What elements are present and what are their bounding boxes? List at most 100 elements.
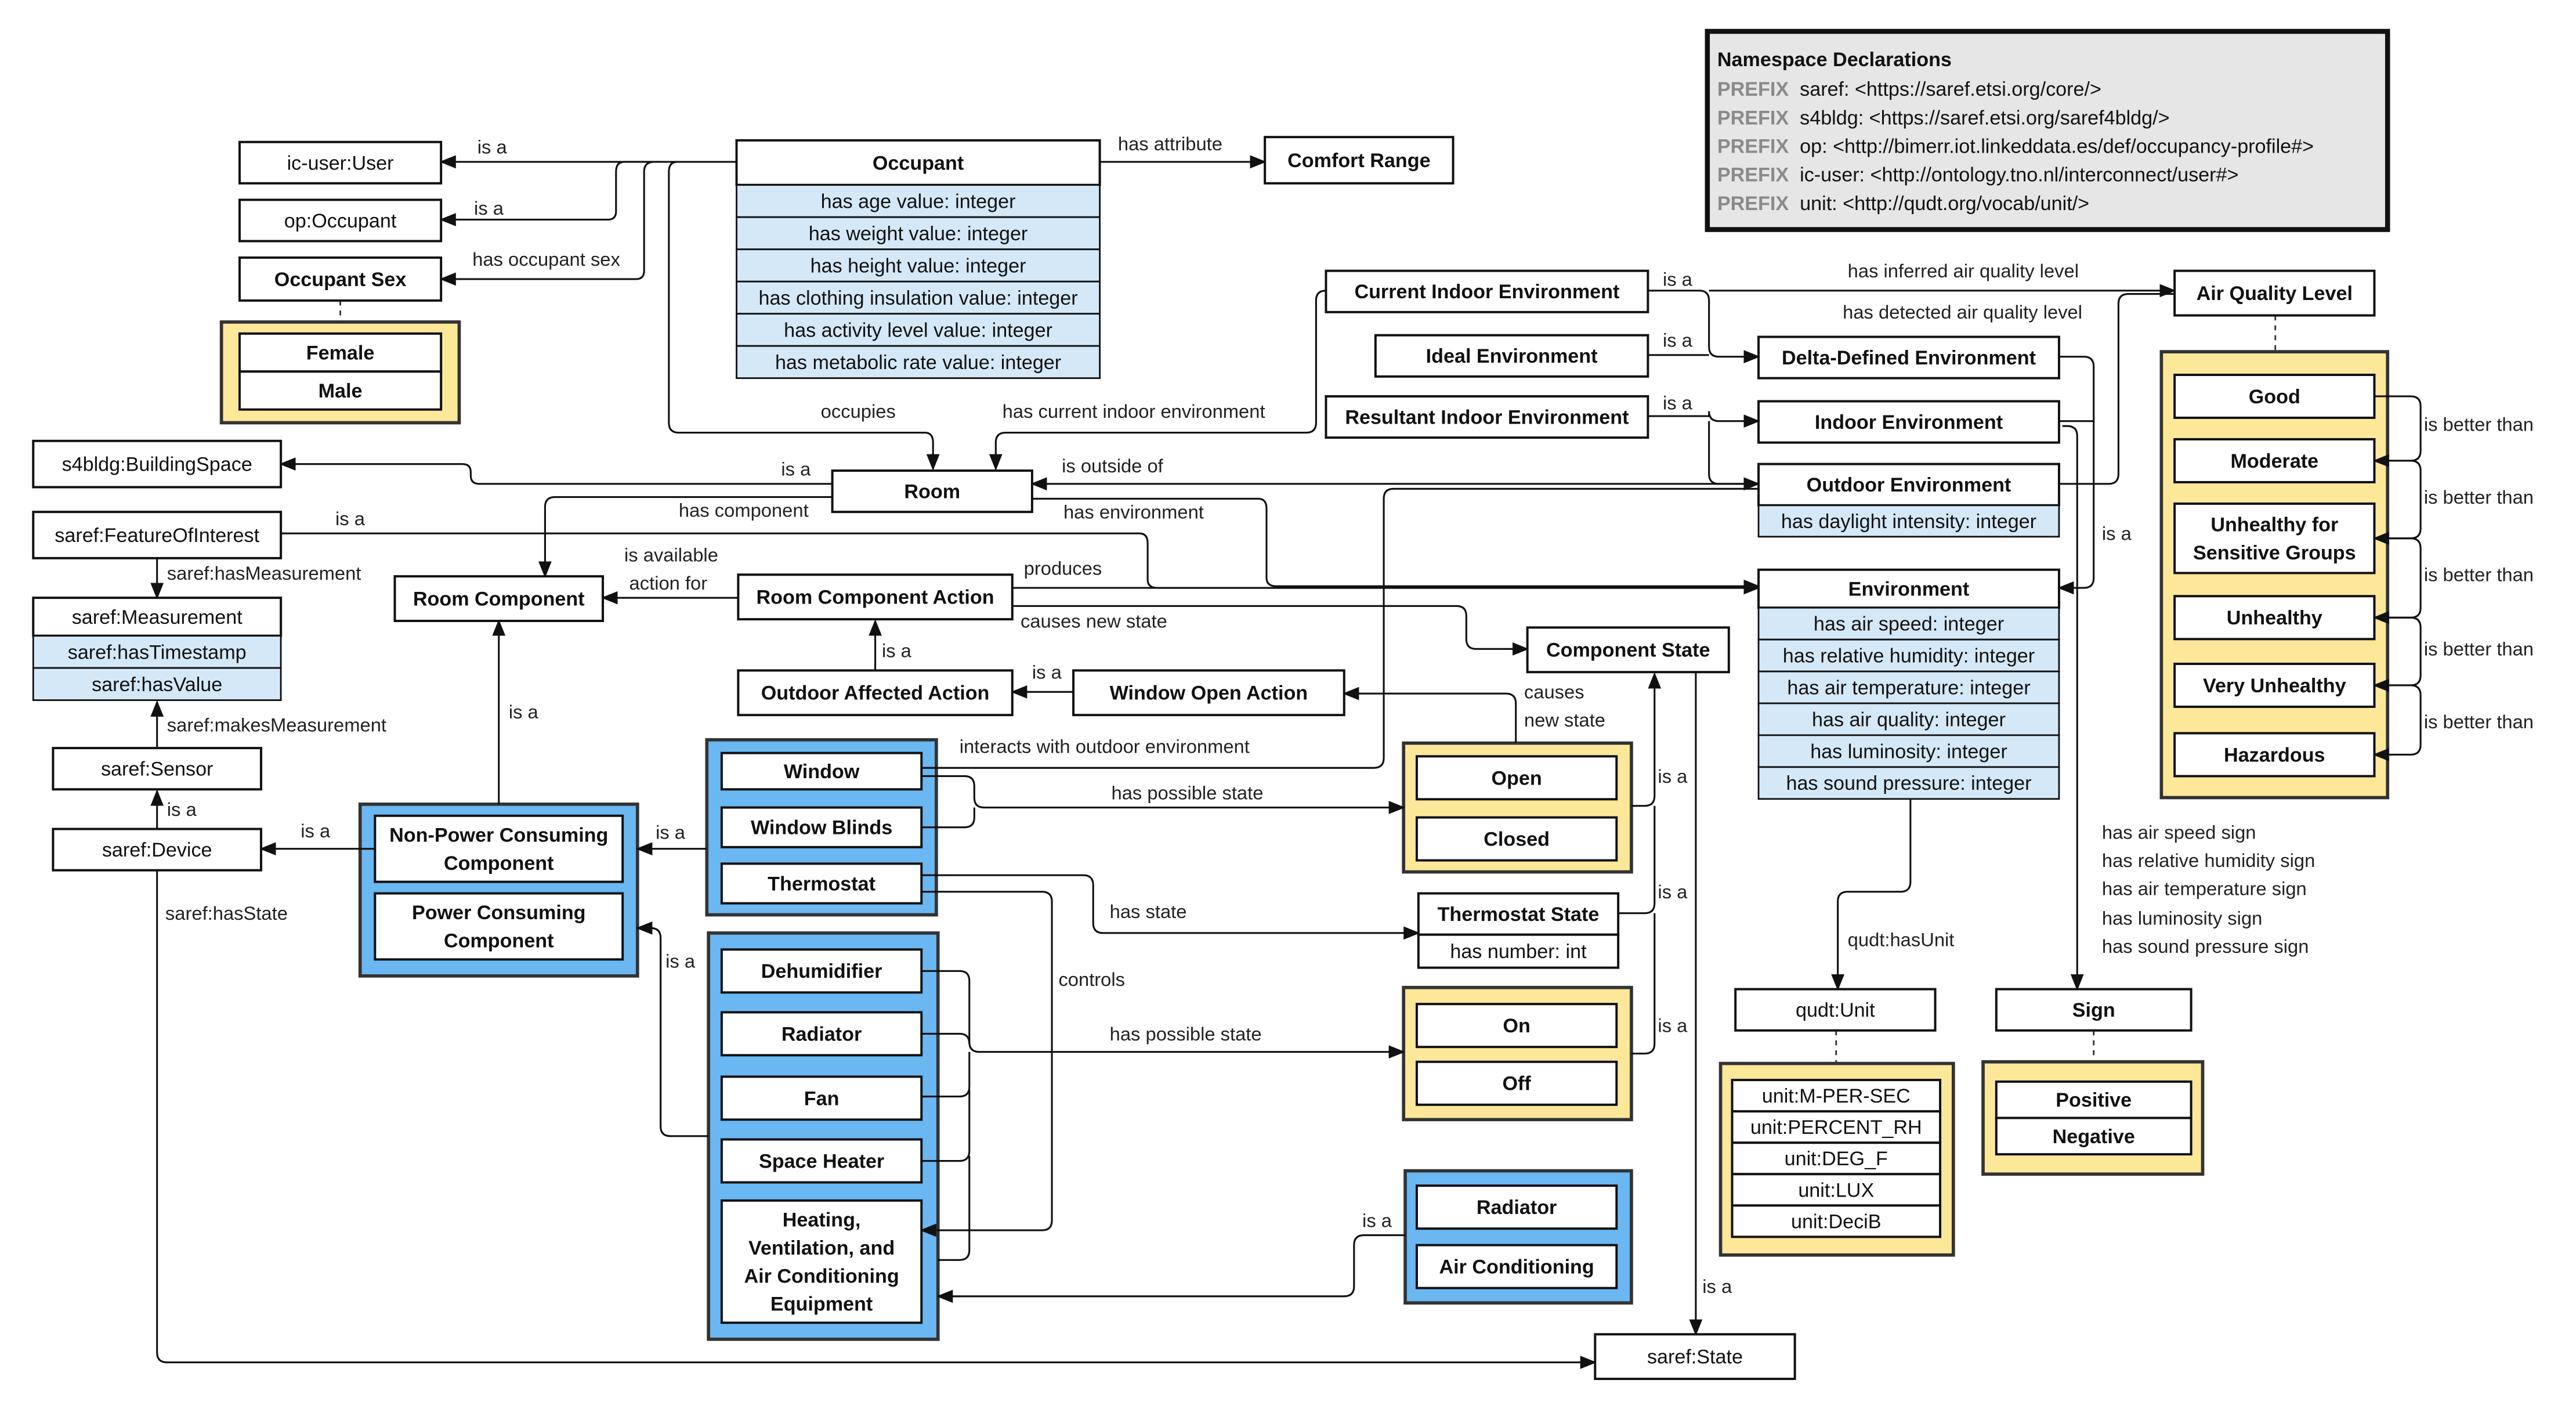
node-positive[interactable]: Positive (1995, 1080, 2193, 1119)
node-radiator[interactable]: Radiator (720, 1011, 923, 1057)
node-window[interactable]: Window (720, 751, 923, 791)
edge-label: causes new state (1021, 610, 1167, 631)
node-space-heater[interactable]: Space Heater (720, 1138, 923, 1184)
node-outdoor-affected-action[interactable]: Outdoor Affected Action (737, 669, 1014, 717)
node-dehumidifier[interactable]: Dehumidifier (720, 948, 923, 994)
node-component-state[interactable]: Component State (1526, 626, 1730, 674)
node-ic-user[interactable]: ic-user:User (238, 140, 443, 185)
node-negative[interactable]: Negative (1995, 1116, 2193, 1156)
node-aq-good[interactable]: Good (2173, 373, 2376, 419)
node-label: Fan (804, 1087, 840, 1110)
node-aq-moderate[interactable]: Moderate (2173, 438, 2376, 483)
node-thermostat-state[interactable]: Thermostat State (1417, 892, 1620, 936)
node-ideal-env[interactable]: Ideal Environment (1374, 334, 1649, 378)
namespace-title: Namespace Declarations (1717, 49, 1952, 71)
node-non-power[interactable]: Non-Power Consuming Component (374, 814, 624, 883)
node-comfort-range[interactable]: Comfort Range (1264, 136, 1455, 185)
node-label: Negative (2053, 1126, 2135, 1148)
node-env-air-quality[interactable]: has air quality: integer (1757, 702, 2060, 736)
node-female[interactable]: Female (238, 332, 443, 373)
node-occupant[interactable]: Occupant (735, 139, 1101, 186)
node-occupant-sex[interactable]: Occupant Sex (238, 256, 443, 302)
node-env-humidity[interactable]: has relative humidity: integer (1757, 638, 2060, 673)
node-has-value[interactable]: saref:hasValue (32, 667, 282, 701)
node-label: has sound pressure: integer (1786, 772, 2031, 794)
node-aq-usg[interactable]: Unhealthy for Sensitive Groups (2173, 502, 2376, 574)
edge-label: has attribute (1118, 133, 1222, 154)
node-sensor[interactable]: saref:Sensor (52, 747, 262, 791)
node-fan[interactable]: Fan (720, 1075, 923, 1121)
node-label: has number: int (1450, 941, 1587, 963)
node-env-air-speed[interactable]: has air speed: integer (1757, 606, 2060, 641)
node-unit-mps[interactable]: unit:M-PER-SEC (1731, 1079, 1942, 1113)
node-label: has air temperature: integer (1787, 677, 2030, 699)
node-window-blinds[interactable]: Window Blinds (720, 806, 923, 848)
node-saref-state[interactable]: saref:State (1594, 1333, 1796, 1381)
node-occ-activity[interactable]: has activity level value: integer (736, 313, 1101, 347)
node-hvac[interactable]: Heating, Ventilation, and Air Conditioning… (720, 1199, 923, 1324)
edge-label: saref:makesMeasurement (167, 714, 386, 736)
node-radiator2[interactable]: Radiator (1415, 1184, 1618, 1230)
node-unit-lux[interactable]: unit:LUX (1731, 1173, 1942, 1207)
edge-label: has current indoor environment (1003, 400, 1265, 422)
node-label: has height value: integer (811, 255, 1026, 277)
node-env-sound[interactable]: has sound pressure: integer (1757, 766, 2060, 800)
node-qudt-unit[interactable]: qudt:Unit (1734, 988, 1937, 1032)
node-off[interactable]: Off (1415, 1060, 1618, 1106)
node-unit-decib[interactable]: unit:DeciB (1731, 1204, 1942, 1238)
node-resultant-indoor-env[interactable]: Resultant Indoor Environment (1325, 395, 1649, 439)
node-label: Delta-Defined Environment (1782, 347, 2036, 369)
node-aq-hazardous[interactable]: Hazardous (2173, 732, 2376, 778)
node-air-conditioning[interactable]: Air Conditioning (1415, 1244, 1618, 1289)
node-op-occupant[interactable]: op:Occupant (238, 198, 443, 243)
node-unit-rh[interactable]: unit:PERCENT_RH (1731, 1110, 1942, 1144)
node-occ-clothing[interactable]: has clothing insulation value: integer (736, 280, 1101, 315)
node-feature-of-interest[interactable]: saref:FeatureOfInterest (32, 511, 283, 559)
node-delta-env[interactable]: Delta-Defined Environment (1757, 335, 2060, 380)
node-occ-height[interactable]: has height value: integer (736, 248, 1101, 283)
node-room-component-action[interactable]: Room Component Action (737, 573, 1014, 621)
node-device[interactable]: saref:Device (52, 828, 262, 872)
node-room[interactable]: Room (831, 469, 1033, 514)
node-window-open-action[interactable]: Window Open Action (1072, 669, 1345, 717)
ontology-diagram: Namespace Declarations PREFIX saref: <htt… (32, 28, 2534, 1381)
node-label: Hazardous (2224, 744, 2325, 766)
node-indoor-env[interactable]: Indoor Environment (1757, 400, 2060, 444)
node-air-quality-level[interactable]: Air Quality Level (2173, 269, 2376, 317)
node-thermostat[interactable]: Thermostat (720, 862, 923, 905)
node-power[interactable]: Power Consuming Component (374, 892, 624, 961)
node-thermostat-number[interactable]: has number: int (1417, 933, 1620, 969)
node-current-indoor-env[interactable]: Current Indoor Environment (1325, 269, 1649, 313)
node-sign[interactable]: Sign (1995, 988, 2193, 1032)
node-label: Very Unhealthy (2203, 675, 2346, 697)
node-occ-metabolic[interactable]: has metabolic rate value: integer (736, 345, 1101, 380)
node-aq-very-unhealthy[interactable]: Very Unhealthy (2173, 662, 2376, 708)
node-aq-unhealthy[interactable]: Unhealthy (2173, 595, 2376, 641)
edge-label: has air temperature sign (2102, 877, 2307, 899)
node-measurement[interactable]: saref:Measurement (32, 597, 283, 637)
node-building-space[interactable]: s4bldg:BuildingSpace (32, 439, 283, 489)
edge-label: has possible state (1110, 1023, 1262, 1045)
node-occ-age[interactable]: has age value: integer (736, 184, 1101, 218)
node-unit-degf[interactable]: unit:DEG_F (1731, 1141, 1942, 1176)
node-male[interactable]: Male (238, 370, 443, 411)
node-env-luminosity[interactable]: has luminosity: integer (1757, 734, 2060, 768)
edge-label: has state (1110, 901, 1187, 922)
node-on[interactable]: On (1415, 1003, 1618, 1049)
node-occ-weight[interactable]: has weight value: integer (736, 216, 1101, 251)
node-environment[interactable]: Environment (1757, 568, 2060, 609)
node-label: Room Component Action (757, 587, 994, 609)
edge-label: causes (1524, 681, 1584, 703)
node-outdoor-daylight[interactable]: has daylight intensity: integer (1757, 504, 2060, 538)
node-label: Radiator (1477, 1197, 1557, 1219)
node-outdoor-env[interactable]: Outdoor Environment (1757, 462, 2060, 507)
edge-label: is a (665, 951, 696, 972)
node-label: Moderate (2230, 450, 2318, 472)
node-closed[interactable]: Closed (1415, 816, 1618, 862)
node-label: has daylight intensity: integer (1781, 511, 2036, 533)
node-room-component[interactable]: Room Component (393, 575, 605, 622)
node-open[interactable]: Open (1415, 755, 1618, 801)
edge-label: has relative humidity sign (2102, 850, 2315, 871)
node-has-timestamp[interactable]: saref:hasTimestamp (32, 635, 282, 669)
node-env-air-temp[interactable]: has air temperature: integer (1757, 670, 2060, 704)
